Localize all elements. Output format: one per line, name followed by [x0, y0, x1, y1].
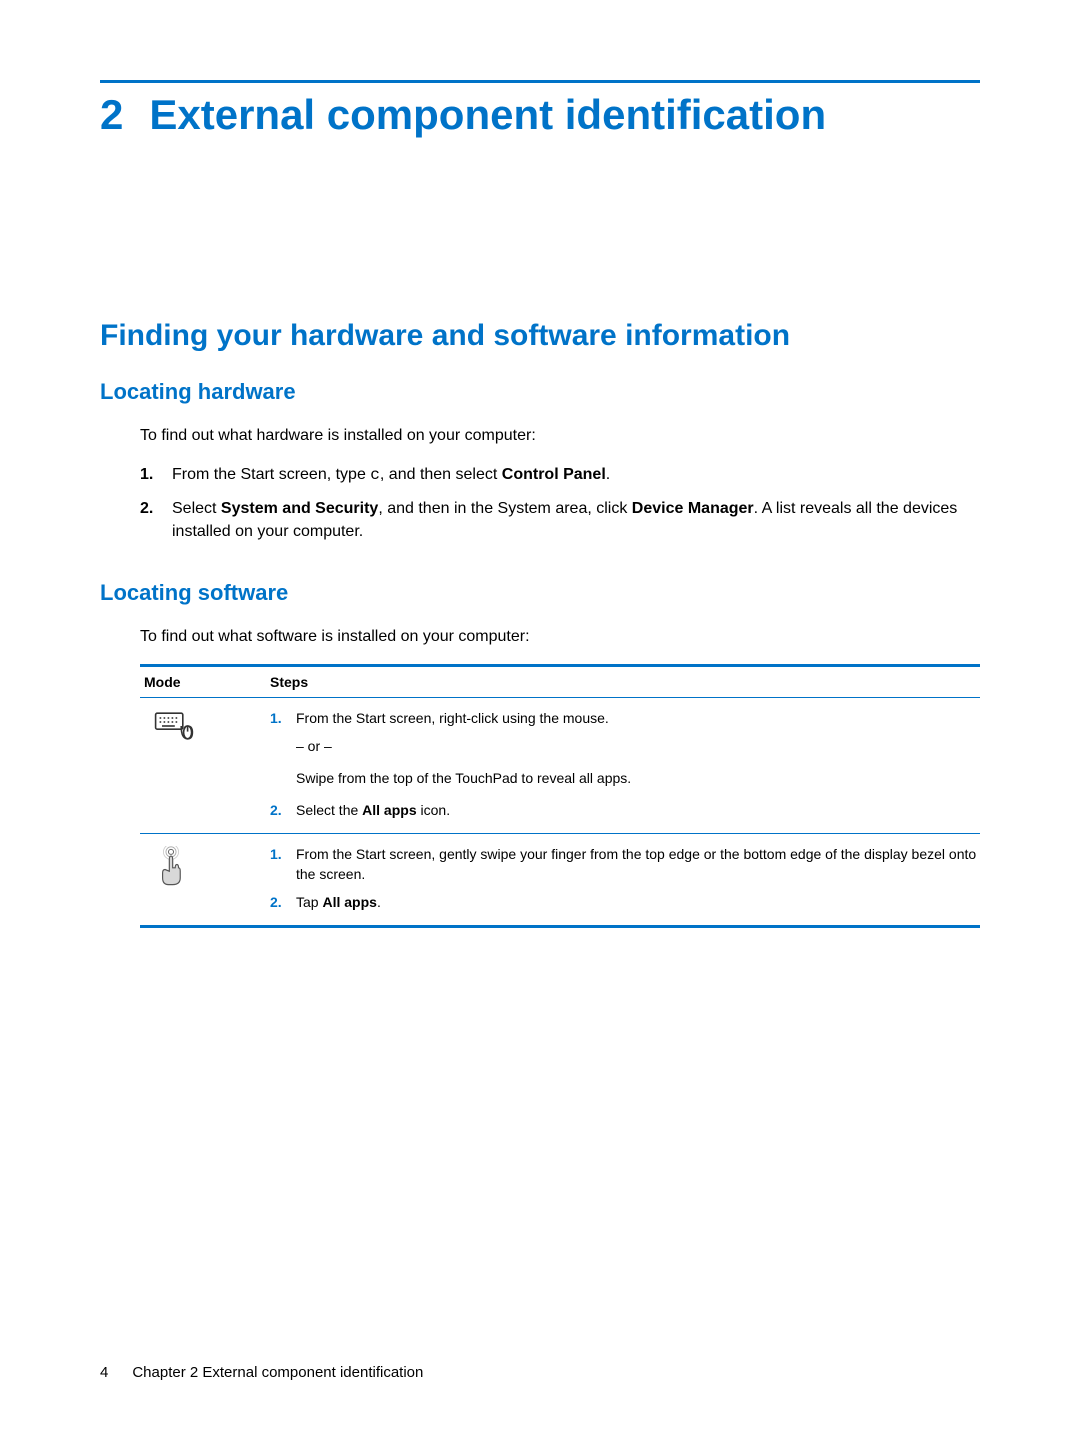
chapter-title: 2 External component identification	[100, 91, 980, 139]
hardware-intro: To find out what hardware is installed o…	[140, 427, 980, 445]
chapter-title-text: External component identification	[149, 91, 826, 139]
page-footer: 4 Chapter 2 External component identific…	[100, 1364, 423, 1381]
hardware-steps-list: 1. From the Start screen, type c, and th…	[140, 463, 980, 544]
steps-cell: 1. From the Start screen, right-click us…	[270, 708, 980, 821]
chapter-rule	[100, 80, 980, 83]
step-number: 2.	[270, 892, 296, 912]
step-text: From the Start screen, gently swipe your…	[296, 844, 980, 885]
step-text: Tap All apps.	[296, 892, 980, 912]
step-number: 1.	[140, 463, 172, 487]
table-step: 1. From the Start screen, right-click us…	[270, 708, 980, 728]
step-text: Select the All apps icon.	[296, 800, 980, 820]
header-mode: Mode	[140, 674, 270, 690]
bold-label: All apps	[322, 894, 376, 910]
bold-label: All apps	[362, 802, 416, 818]
touch-icon	[140, 844, 270, 913]
header-steps: Steps	[270, 674, 980, 690]
step-number: 1.	[270, 708, 296, 728]
step-number: 1.	[270, 844, 296, 885]
section-heading: Finding your hardware and software infor…	[100, 319, 980, 353]
bold-label: System and Security	[221, 500, 378, 517]
step-alt-text: Swipe from the top of the TouchPad to re…	[296, 768, 980, 788]
page-number: 4	[100, 1364, 108, 1381]
hw-step-1: 1. From the Start screen, type c, and th…	[140, 463, 980, 487]
or-separator: – or –	[296, 736, 980, 756]
table-row: 1. From the Start screen, gently swipe y…	[140, 833, 980, 925]
software-intro: To find out what software is installed o…	[140, 628, 980, 646]
code-text: c	[370, 466, 380, 484]
chapter-number: 2	[100, 91, 123, 139]
bold-label: Control Panel	[502, 466, 606, 483]
table-step: 2. Select the All apps icon.	[270, 800, 980, 820]
software-mode-table: Mode Steps	[140, 664, 980, 928]
table-step: 1. From the Start screen, gently swipe y…	[270, 844, 980, 885]
step-text: Select System and Security, and then in …	[172, 497, 980, 543]
steps-cell: 1. From the Start screen, gently swipe y…	[270, 844, 980, 913]
table-step: 2. Tap All apps.	[270, 892, 980, 912]
keyboard-mouse-icon	[140, 708, 270, 821]
step-number: 2.	[270, 800, 296, 820]
bold-label: Device Manager	[632, 500, 754, 517]
subsection-heading-hardware: Locating hardware	[100, 379, 980, 405]
step-text: From the Start screen, type c, and then …	[172, 463, 980, 487]
footer-text: Chapter 2 External component identificat…	[132, 1364, 423, 1381]
subsection-heading-software: Locating software	[100, 580, 980, 606]
document-page: 2 External component identification Find…	[0, 0, 1080, 1437]
step-number: 2.	[140, 497, 172, 543]
table-row: 1. From the Start screen, right-click us…	[140, 698, 980, 833]
table-header-row: Mode Steps	[140, 667, 980, 698]
hw-step-2: 2. Select System and Security, and then …	[140, 497, 980, 543]
step-text: From the Start screen, right-click using…	[296, 708, 980, 728]
